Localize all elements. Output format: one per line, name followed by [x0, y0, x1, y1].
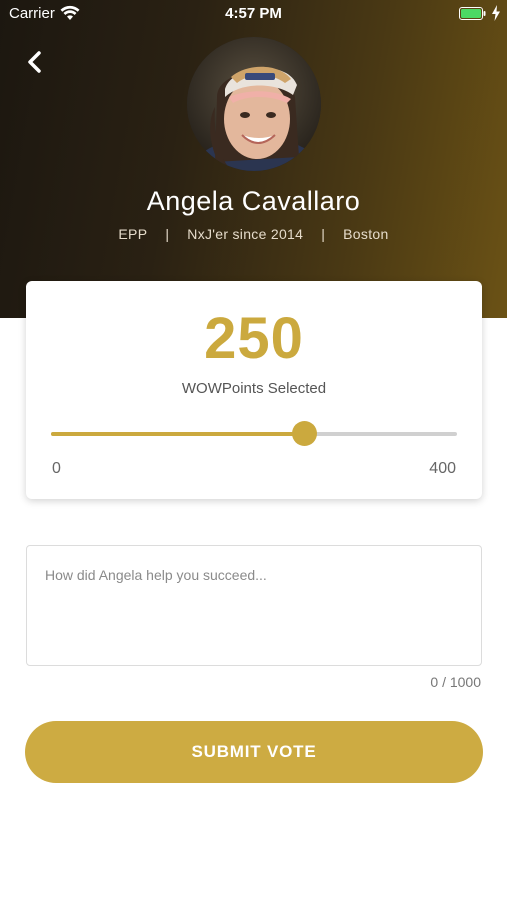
profile-header: Carrier 4:57 PM Angela Cavallaro EPP | N…	[0, 0, 507, 318]
profile-name: Angela Cavallaro	[146, 186, 361, 216]
meta-role: EPP	[118, 226, 148, 242]
avatar-photo	[187, 37, 321, 171]
points-slider[interactable]	[51, 421, 457, 446]
message-box	[26, 545, 482, 666]
meta-location: Boston	[343, 226, 389, 242]
battery-icon	[459, 7, 486, 20]
slider-fill	[51, 432, 305, 436]
avatar	[187, 37, 321, 171]
char-counter: 0 / 1000	[430, 674, 481, 690]
slider-min-label: 0	[52, 460, 61, 477]
message-input[interactable]	[27, 546, 481, 665]
meta-tenure: NxJ'er since 2014	[187, 226, 304, 242]
points-card: 250 WOWPoints Selected 0 400	[26, 281, 482, 499]
points-label: WOWPoints Selected	[181, 380, 327, 397]
clock: 4:57 PM	[225, 5, 282, 22]
chevron-left-icon[interactable]	[22, 48, 48, 76]
charging-bolt-icon	[492, 5, 500, 21]
slider-max-label: 400	[429, 460, 456, 477]
meta-separator: |	[321, 226, 326, 242]
meta-separator: |	[165, 226, 170, 242]
points-value: 250	[204, 306, 304, 371]
status-bar: Carrier 4:57 PM	[0, 0, 507, 28]
submit-vote-button[interactable]: SUBMIT VOTE	[25, 721, 483, 783]
slider-thumb[interactable]	[292, 421, 318, 446]
profile-meta: EPP | NxJ'er since 2014 | Boston	[0, 226, 507, 242]
